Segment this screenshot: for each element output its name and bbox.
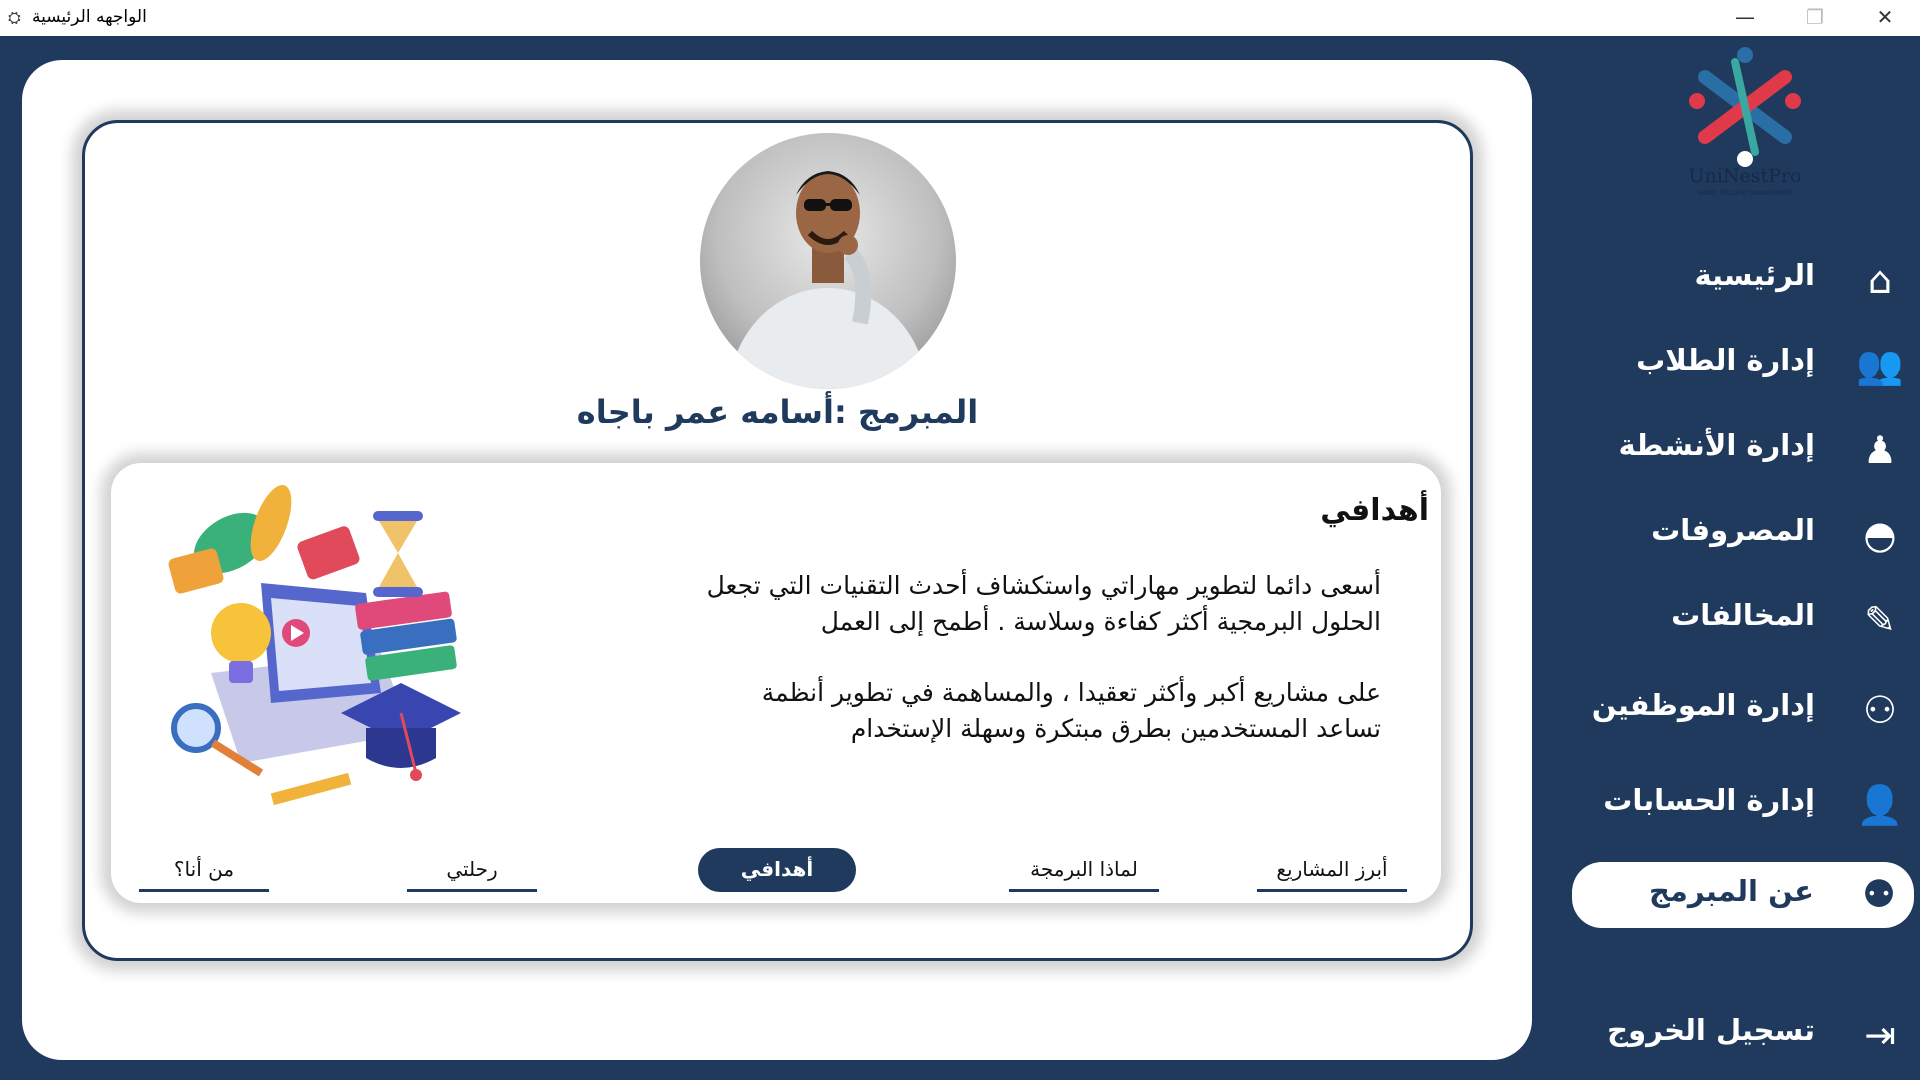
sidebar-item-logout[interactable]: ⇥ تسجيل الخروج	[1575, 1005, 1915, 1065]
goals-title: أهدافي	[1320, 493, 1429, 528]
app-icon: ⛭	[8, 8, 21, 27]
about-tabs: من أنا؟ رحلتي أهدافي لماذا البرمجة أبرز …	[111, 848, 1441, 898]
window-title: الواجهه الرئيسية	[32, 7, 147, 27]
window-titlebar: ⛭ الواجهه الرئيسية — ❐ ✕	[0, 0, 1920, 36]
team-icon: ⚇	[1862, 688, 1898, 732]
tab-my-goals[interactable]: أهدافي	[698, 848, 856, 892]
tab-underline	[1009, 889, 1159, 892]
home-icon: ⌂	[1867, 258, 1893, 302]
tab-my-journey[interactable]: رحلتي	[407, 848, 537, 892]
logout-icon: ⇥	[1864, 1013, 1896, 1057]
developer-icon: ⚉	[1861, 872, 1897, 916]
tab-underline	[139, 889, 269, 892]
sidebar-item-accounts[interactable]: 👤 إدارة الحسابات	[1575, 775, 1915, 835]
activity-icon: ♟	[1862, 428, 1898, 472]
sidebar-item-violations[interactable]: ✎ المخالفات	[1575, 590, 1915, 650]
programmer-profile-card: المبرمج :أسامه عمر باجاه أهدافي أسعى دائ…	[82, 120, 1473, 961]
main-panel: المبرمج :أسامه عمر باجاه أهدافي أسعى دائ…	[22, 60, 1532, 1060]
minimize-icon[interactable]: —	[1710, 0, 1780, 36]
programmer-name: المبرمج :أسامه عمر باجاه	[576, 393, 979, 431]
tab-underline	[407, 889, 537, 892]
tab-underline	[1257, 889, 1407, 892]
goals-paragraph-2: على مشاريع أكبر وأكثر تعقيدا ، والمساهمة…	[761, 678, 1381, 743]
sidebar-item-employees[interactable]: ⚇ إدارة الموظفين	[1575, 680, 1915, 740]
programmer-avatar	[700, 133, 956, 389]
dish-icon: ◓	[1863, 513, 1897, 557]
sidebar-item-activities[interactable]: ♟ إدارة الأنشطة	[1575, 420, 1915, 480]
users-icon: 👥	[1856, 343, 1904, 387]
user-card-icon: 👤	[1856, 783, 1904, 827]
sidebar-item-students[interactable]: 👥 إدارة الطلاب	[1575, 335, 1915, 395]
close-icon[interactable]: ✕	[1850, 0, 1920, 36]
tab-top-projects[interactable]: أبرز المشاريع	[1257, 848, 1407, 892]
logo-text: UniNestPro	[1688, 165, 1802, 187]
sidebar-item-expenses[interactable]: ◓ المصروفات	[1575, 505, 1915, 565]
sidebar-item-about-programmer[interactable]: ⚉ عن المبرمج	[1572, 862, 1914, 928]
tab-why-programming[interactable]: لماذا البرمجة	[1009, 848, 1159, 892]
maximize-icon[interactable]: ❐	[1780, 0, 1850, 36]
clipboard-icon: ✎	[1864, 598, 1896, 642]
goals-card: أهدافي أسعى دائما لتطوير مهاراتي واستكشا…	[111, 463, 1441, 903]
goals-paragraph-1: أسعى دائما لتطوير مهاراتي واستكشاف أحدث …	[706, 571, 1381, 636]
education-illustration	[168, 485, 461, 806]
logo-subtext: SMART STUDENT MANAGEMENT	[1696, 190, 1794, 197]
sidebar-item-home[interactable]: ⌂ الرئيسية	[1575, 250, 1915, 310]
tab-who-am-i[interactable]: من أنا؟	[139, 848, 269, 892]
